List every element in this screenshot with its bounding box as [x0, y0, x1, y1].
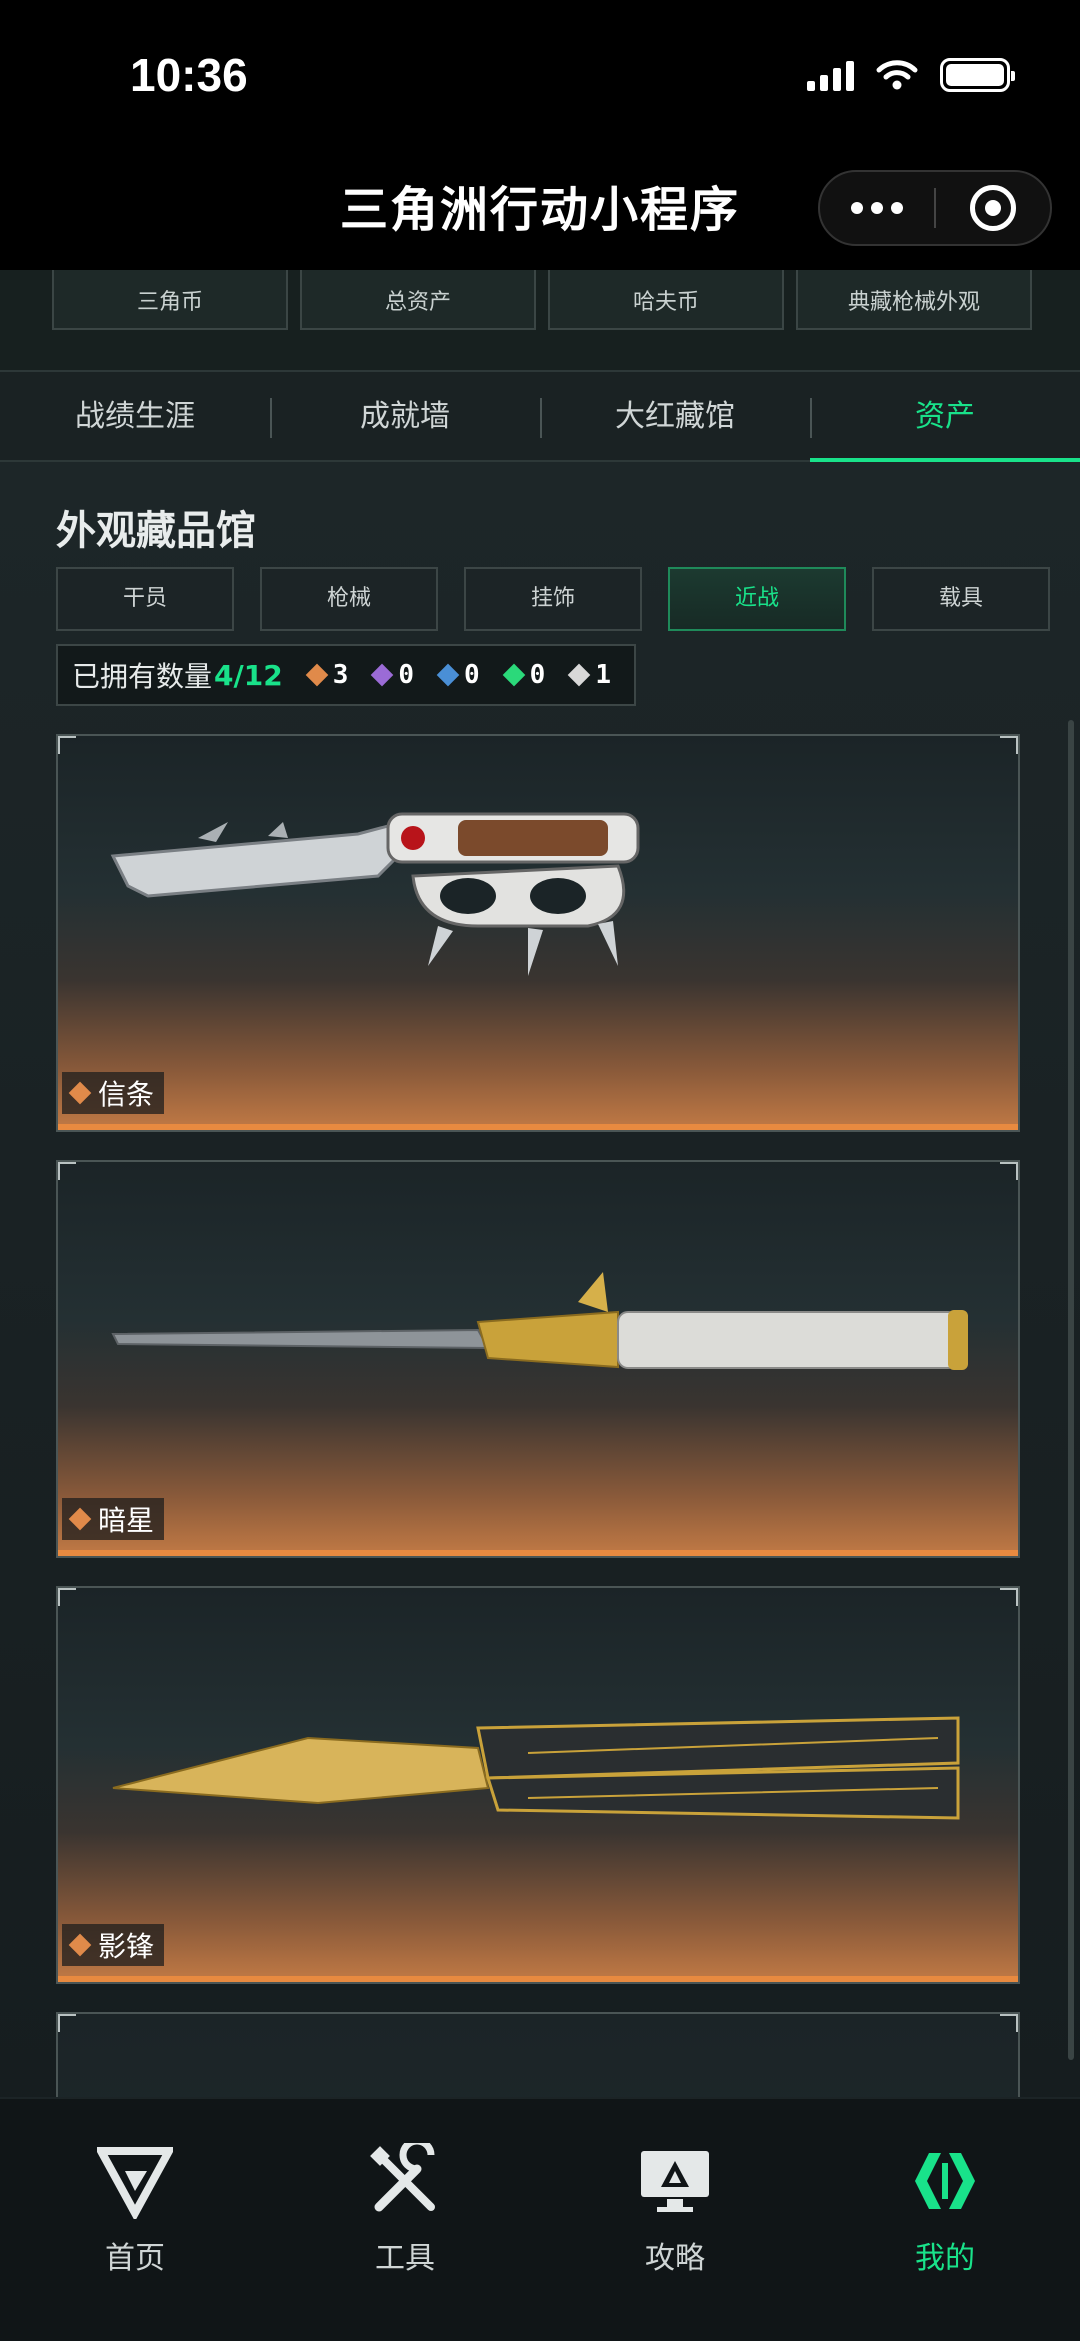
item-card[interactable]: [56, 2012, 1020, 2097]
green-gem-icon: [502, 663, 526, 687]
knife-image: [110, 812, 640, 976]
status-time: 10:36: [130, 49, 248, 101]
stat-label: 总资产: [384, 290, 451, 315]
nav-me[interactable]: 我的: [810, 2099, 1080, 2341]
main-content: 外观藏品馆 干员 枪械 挂饰 近战 载具 已拥有数量 4/12 3 0 0 0 …: [0, 462, 1080, 2097]
nav-tools[interactable]: 工具: [270, 2099, 540, 2341]
category-filters: 干员 枪械 挂饰 近战 载具: [56, 567, 1050, 631]
status-bar: 10:36: [0, 0, 1080, 140]
item-card[interactable]: 暗星: [56, 1160, 1020, 1558]
asset-stats: 三角币 总资产 哈夫币 典藏枪械外观: [0, 270, 1080, 370]
guide-monitor-icon: [641, 2151, 709, 2212]
item-name-tag: 影锋: [62, 1924, 165, 1966]
stat-card: 三角币: [52, 270, 288, 330]
rarity-green: 0: [502, 660, 546, 690]
item-card[interactable]: 信条: [56, 734, 1020, 1132]
nav-bar: 三角洲行动小程序: [0, 140, 1080, 270]
battery-icon: [940, 58, 1015, 92]
nav-guides[interactable]: 攻略: [540, 2099, 810, 2341]
stat-label: 哈夫币: [632, 290, 699, 315]
mini-program-capsule: [818, 170, 1052, 246]
owned-count-bar: 已拥有数量 4/12 3 0 0 0 1: [56, 644, 636, 706]
stat-card: 总资产: [300, 270, 536, 330]
purple-gem-icon: [370, 663, 394, 687]
item-name: 暗星: [98, 1504, 155, 1537]
home-logo-icon: [97, 2147, 173, 2219]
gold-gem-icon: [68, 1081, 92, 1105]
profile-tabs: 战绩生涯 成就墙 大红藏馆 资产: [0, 370, 1080, 462]
item-name-tag: 暗星: [62, 1498, 165, 1540]
item-name: 影锋: [98, 1930, 155, 1963]
item-card[interactable]: 影锋: [56, 1586, 1020, 1984]
white-gem-icon: [567, 663, 591, 687]
rarity-white: 1: [567, 660, 611, 690]
stat-label: 典藏枪械外观: [847, 290, 980, 315]
tab-assets[interactable]: 资产: [810, 372, 1080, 462]
filter-melee[interactable]: 近战: [668, 567, 846, 631]
gold-gem-icon: [68, 1507, 92, 1531]
item-name: 信条: [98, 1078, 155, 1111]
rarity-blue: 0: [436, 660, 480, 690]
nav-label: 工具: [375, 2241, 435, 2276]
scrollbar[interactable]: [1068, 720, 1074, 2060]
me-logo-icon: [915, 2153, 975, 2209]
filter-charms[interactable]: 挂饰: [464, 567, 642, 631]
stat-label: 三角币: [136, 290, 203, 315]
nav-home[interactable]: 首页: [0, 2099, 270, 2341]
section-title: 外观藏品馆: [56, 508, 256, 554]
tools-icon: [370, 2143, 435, 2212]
signal-icon: [807, 59, 854, 91]
stat-card: 典藏枪械外观: [796, 270, 1032, 330]
knife-image: [111, 1272, 968, 1370]
blue-gem-icon: [436, 663, 460, 687]
rarity-gold: 3: [305, 660, 349, 690]
filter-operator[interactable]: 干员: [56, 567, 234, 631]
gold-gem-icon: [305, 663, 329, 687]
knife-image: [112, 1716, 960, 1820]
nav-label: 攻略: [645, 2241, 705, 2276]
rarity-purple: 0: [370, 660, 414, 690]
tab-red-collection[interactable]: 大红藏馆: [540, 372, 810, 460]
owned-label: 已拥有数量: [72, 660, 213, 693]
more-icon[interactable]: [820, 202, 934, 214]
target-icon: [970, 185, 1016, 231]
nav-label: 首页: [105, 2241, 165, 2276]
gold-gem-icon: [68, 1933, 92, 1957]
owned-count: 4/12: [214, 658, 283, 692]
close-mini-program-button[interactable]: [936, 185, 1050, 231]
tab-career[interactable]: 战绩生涯: [0, 372, 270, 460]
item-name-tag: 信条: [62, 1072, 165, 1114]
status-icons: [807, 58, 1015, 92]
stat-card: 哈夫币: [548, 270, 784, 330]
bottom-tab-bar: 首页 工具 攻略 我的: [0, 2097, 1080, 2341]
wifi-icon: [876, 60, 918, 90]
tab-achievements[interactable]: 成就墙: [270, 372, 540, 460]
filter-vehicles[interactable]: 载具: [872, 567, 1050, 631]
nav-label: 我的: [915, 2241, 975, 2276]
filter-firearms[interactable]: 枪械: [260, 567, 438, 631]
